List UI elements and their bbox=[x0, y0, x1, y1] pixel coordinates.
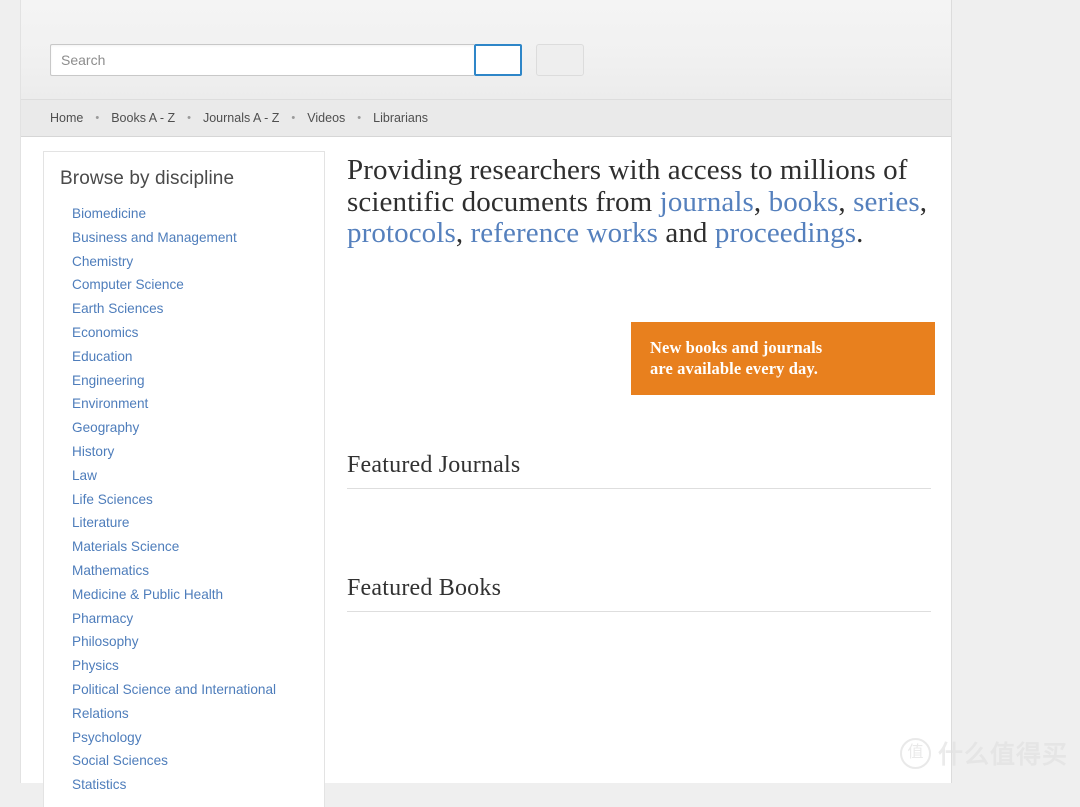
hero-link-reference-works[interactable]: reference works bbox=[471, 217, 658, 249]
promo-line-1: New books and journals bbox=[650, 337, 935, 358]
sidebar-item-statistics[interactable]: Statistics bbox=[72, 773, 310, 797]
sidebar-heading: Browse by discipline bbox=[60, 168, 324, 190]
hero-link-protocols[interactable]: protocols bbox=[347, 217, 456, 249]
list-item: Life Sciences bbox=[72, 488, 310, 512]
featured-books-body bbox=[347, 612, 931, 622]
nav-separator: • bbox=[187, 112, 191, 124]
nav-item-home[interactable]: Home bbox=[50, 111, 83, 125]
list-item: Computer Science bbox=[72, 273, 310, 297]
sidebar-item-earth-sciences[interactable]: Earth Sciences bbox=[72, 297, 310, 321]
nav-separator: • bbox=[291, 112, 295, 124]
featured-journals-body bbox=[347, 489, 931, 537]
sidebar-item-psychology[interactable]: Psychology bbox=[72, 726, 310, 750]
hero-sep: , bbox=[838, 186, 853, 218]
list-item: Statistics bbox=[72, 773, 310, 797]
advanced-search-button[interactable] bbox=[536, 44, 584, 76]
search-submit-button[interactable] bbox=[474, 44, 522, 76]
hero-link-proceedings[interactable]: proceedings bbox=[715, 217, 856, 249]
sidebar-item-engineering[interactable]: Engineering bbox=[72, 369, 310, 393]
nav-item-journals-a-z[interactable]: Journals A - Z bbox=[203, 111, 279, 125]
page-container: Home • Books A - Z • Journals A - Z • Vi… bbox=[20, 0, 952, 783]
sidebar-item-law[interactable]: Law bbox=[72, 464, 310, 488]
watermark-text: 什么值得买 bbox=[938, 735, 1068, 771]
hero-sep: , bbox=[920, 186, 927, 218]
nav-separator: • bbox=[95, 112, 99, 124]
sidebar-item-political-science-and-international-relations[interactable]: Political Science and International Rela… bbox=[72, 678, 310, 726]
sidebar-item-life-sciences[interactable]: Life Sciences bbox=[72, 488, 310, 512]
list-item: Business and Management bbox=[72, 226, 310, 250]
promo-banner[interactable]: New books and journals are available eve… bbox=[631, 322, 935, 395]
sidebar-item-materials-science[interactable]: Materials Science bbox=[72, 535, 310, 559]
featured-journals-heading: Featured Journals bbox=[347, 452, 931, 479]
sidebar-item-biomedicine[interactable]: Biomedicine bbox=[72, 202, 310, 226]
hero-sep: , bbox=[456, 217, 471, 249]
page-content: Browse by discipline Biomedicine Busines… bbox=[21, 137, 951, 807]
list-item: Chemistry bbox=[72, 250, 310, 274]
sidebar-item-social-sciences[interactable]: Social Sciences bbox=[72, 749, 310, 773]
sidebar-item-economics[interactable]: Economics bbox=[72, 321, 310, 345]
hero-headline: Providing researchers with access to mil… bbox=[347, 155, 931, 250]
list-item: Mathematics bbox=[72, 559, 310, 583]
list-item: Earth Sciences bbox=[72, 297, 310, 321]
featured-books-heading: Featured Books bbox=[347, 575, 931, 602]
browser-viewport: Home • Books A - Z • Journals A - Z • Vi… bbox=[0, 0, 1080, 783]
list-item: Psychology bbox=[72, 726, 310, 750]
browse-by-discipline-panel: Browse by discipline Biomedicine Busines… bbox=[43, 151, 325, 807]
hero-period: . bbox=[856, 217, 863, 249]
sidebar-item-pharmacy[interactable]: Pharmacy bbox=[72, 607, 310, 631]
site-header bbox=[21, 0, 951, 100]
list-item: History bbox=[72, 440, 310, 464]
list-item: Political Science and International Rela… bbox=[72, 678, 310, 726]
sidebar-item-business-and-management[interactable]: Business and Management bbox=[72, 226, 310, 250]
hero-link-journals[interactable]: journals bbox=[660, 186, 754, 218]
list-item: Philosophy bbox=[72, 630, 310, 654]
nav-item-videos[interactable]: Videos bbox=[307, 111, 345, 125]
list-item: Engineering bbox=[72, 369, 310, 393]
hero-conjunction: and bbox=[658, 217, 715, 249]
list-item: Environment bbox=[72, 392, 310, 416]
hero-link-series[interactable]: series bbox=[853, 186, 920, 218]
list-item: Economics bbox=[72, 321, 310, 345]
sidebar-item-philosophy[interactable]: Philosophy bbox=[72, 630, 310, 654]
nav-separator: • bbox=[357, 112, 361, 124]
list-item: Education bbox=[72, 345, 310, 369]
nav-item-librarians[interactable]: Librarians bbox=[373, 111, 428, 125]
sidebar-item-geography[interactable]: Geography bbox=[72, 416, 310, 440]
sidebar-item-literature[interactable]: Literature bbox=[72, 511, 310, 535]
list-item: Physics bbox=[72, 654, 310, 678]
list-item: Law bbox=[72, 464, 310, 488]
search-bar bbox=[50, 44, 584, 76]
featured-books-section: Featured Books bbox=[347, 575, 931, 622]
discipline-list: Biomedicine Business and Management Chem… bbox=[44, 202, 324, 797]
list-item: Literature bbox=[72, 511, 310, 535]
sidebar-item-medicine-and-public-health[interactable]: Medicine & Public Health bbox=[72, 583, 310, 607]
sidebar-item-history[interactable]: History bbox=[72, 440, 310, 464]
main-column: Providing researchers with access to mil… bbox=[325, 151, 951, 622]
hero-sep: , bbox=[754, 186, 769, 218]
list-item: Biomedicine bbox=[72, 202, 310, 226]
featured-journals-section: Featured Journals bbox=[347, 452, 931, 537]
sidebar-item-chemistry[interactable]: Chemistry bbox=[72, 250, 310, 274]
hero-link-books[interactable]: books bbox=[769, 186, 839, 218]
list-item: Materials Science bbox=[72, 535, 310, 559]
nav-item-books-a-z[interactable]: Books A - Z bbox=[111, 111, 175, 125]
search-input[interactable] bbox=[50, 44, 474, 76]
sidebar-item-mathematics[interactable]: Mathematics bbox=[72, 559, 310, 583]
list-item: Medicine & Public Health bbox=[72, 583, 310, 607]
sidebar-item-physics[interactable]: Physics bbox=[72, 654, 310, 678]
list-item: Social Sciences bbox=[72, 749, 310, 773]
list-item: Geography bbox=[72, 416, 310, 440]
sidebar-item-computer-science[interactable]: Computer Science bbox=[72, 273, 310, 297]
promo-line-2: are available every day. bbox=[650, 358, 935, 379]
sidebar-item-environment[interactable]: Environment bbox=[72, 392, 310, 416]
sidebar-item-education[interactable]: Education bbox=[72, 345, 310, 369]
primary-navigation: Home • Books A - Z • Journals A - Z • Vi… bbox=[21, 100, 951, 137]
list-item: Pharmacy bbox=[72, 607, 310, 631]
